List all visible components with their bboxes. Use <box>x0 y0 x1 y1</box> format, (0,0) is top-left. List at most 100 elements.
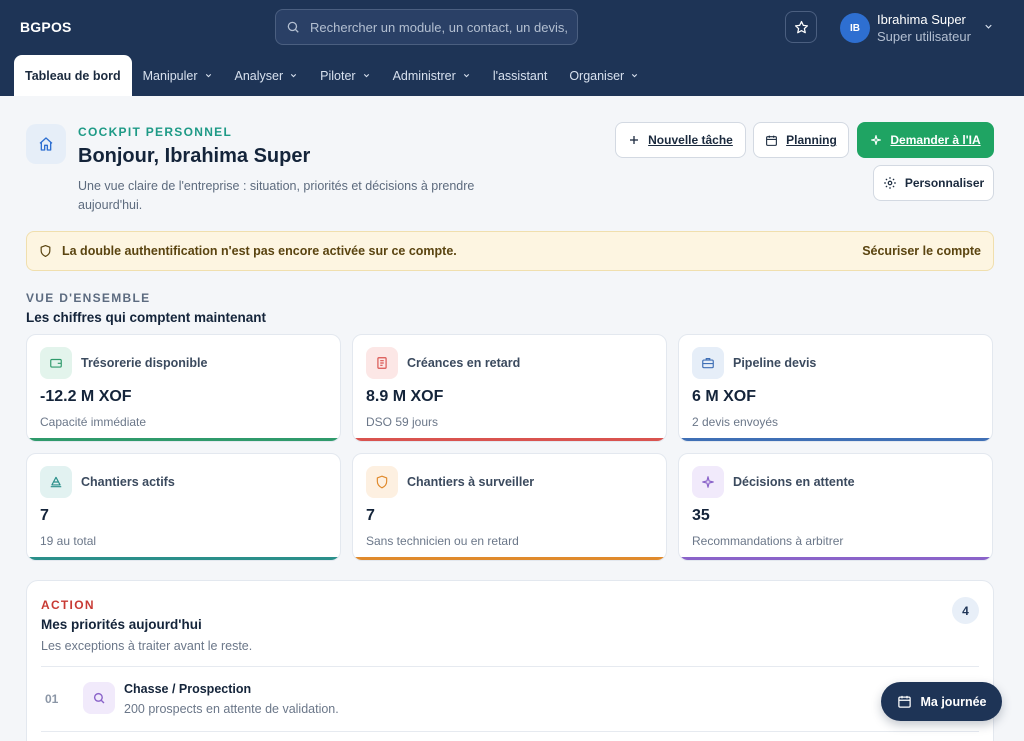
briefcase-icon <box>702 358 714 369</box>
overview-eyebrow: VUE D'ENSEMBLE <box>26 291 151 305</box>
kpi-card-accent-bar <box>353 557 666 560</box>
kpi-card-accent-bar <box>27 438 340 441</box>
chevron-down-icon <box>205 73 211 78</box>
kpi-card-hint: 2 devis envoyés <box>692 415 779 429</box>
chevron-down-icon <box>291 73 297 78</box>
kpi-card-quote-pipeline[interactable]: Pipeline devis 6 M XOF 2 devis envoyés <box>678 334 993 442</box>
calendar-icon <box>766 135 778 146</box>
nav-tab-analyser[interactable]: Analyser <box>224 55 310 96</box>
planning-button[interactable]: Planning <box>753 122 849 158</box>
kpi-card-accent-bar <box>353 438 666 441</box>
kpi-card-accent-bar <box>679 438 992 441</box>
search-input[interactable] <box>310 19 572 35</box>
kpi-card-value: 7 <box>366 507 375 524</box>
kpi-card-value: 35 <box>692 507 710 524</box>
main-nav: Tableau de bord Manipuler Analyser Pilot… <box>14 55 650 96</box>
priorities-title: Mes priorités aujourd'hui <box>41 617 202 632</box>
kpi-card-sites-to-watch[interactable]: Chantiers à surveiller 7 Sans technicien… <box>352 453 667 561</box>
my-day-button[interactable]: Ma journée <box>881 682 1002 721</box>
wallet-icon <box>50 358 62 368</box>
kpi-card-treasury[interactable]: Trésorerie disponible -12.2 M XOF Capaci… <box>26 334 341 442</box>
page-title: Bonjour, Ibrahima Super <box>78 145 311 167</box>
priorities-panel: ACTION Mes priorités aujourd'hui Les exc… <box>26 580 994 741</box>
kpi-card-value: 6 M XOF <box>692 388 757 405</box>
kpi-card-icon-tile <box>692 466 724 498</box>
kpi-card-hint: Capacité immédiate <box>40 415 147 429</box>
new-task-button[interactable]: Nouvelle tâche <box>615 122 746 158</box>
security-alert: La double authentification n'est pas enc… <box>26 231 994 271</box>
customize-label: Personnaliser <box>904 176 985 190</box>
sparkle-icon <box>871 134 882 146</box>
kpi-card-icon-tile <box>40 466 72 498</box>
priorities-subtitle: Les exceptions à traiter avant le reste. <box>41 639 253 653</box>
priority-number: 01 <box>45 692 59 706</box>
home-tile <box>26 124 66 164</box>
nav-tab-organiser[interactable]: Organiser <box>558 55 650 96</box>
kpi-card-icon-tile <box>366 347 398 379</box>
kpi-card-overdue-receivables[interactable]: Créances en retard 8.9 M XOF DSO 59 jour… <box>352 334 667 442</box>
priority-title: Chasse / Prospection <box>124 682 252 696</box>
nav-tab-assistant[interactable]: l'assistant <box>482 55 559 96</box>
user-menu[interactable]: IB Ibrahima Super Super utilisateur <box>840 9 1000 47</box>
overview-title: Les chiffres qui comptent maintenant <box>26 310 267 325</box>
nav-tab-label: Analyser <box>234 68 284 83</box>
nav-tab-label: Organiser <box>569 68 625 83</box>
kpi-card-value: 7 <box>40 507 49 524</box>
customize-button[interactable]: Personnaliser <box>873 165 994 201</box>
top-bar: BGPOS IB Ibrahima Super Super utilisateu… <box>0 0 1024 96</box>
page-subtitle: Une vue claire de l'entreprise : situati… <box>78 179 475 212</box>
user-role: Super utilisateur <box>877 29 971 44</box>
kpi-card-pending-decisions[interactable]: Décisions en attente 35 Recommandations … <box>678 453 993 561</box>
divider <box>41 731 979 732</box>
secure-account-link[interactable]: Sécuriser le compte <box>862 244 981 258</box>
nav-tab-administrer[interactable]: Administrer <box>382 55 482 96</box>
chevron-down-icon <box>463 73 469 78</box>
nav-tab-label: Tableau de bord <box>25 68 121 83</box>
alert-message: La double authentification n'est pas enc… <box>62 244 457 258</box>
nav-tab-label: Manipuler <box>142 68 198 83</box>
ask-ai-label: Demander à l'IA <box>890 133 981 147</box>
shield-icon <box>376 475 388 489</box>
user-name: Ibrahima Super <box>877 12 966 27</box>
home-icon <box>39 137 53 151</box>
priority-icon-tile <box>83 682 115 714</box>
priority-description: 200 prospects en attente de validation. <box>124 702 339 716</box>
global-search[interactable] <box>275 9 578 45</box>
favorites-button[interactable] <box>785 11 817 43</box>
kpi-card-value: -12.2 M XOF <box>40 388 132 405</box>
nav-tab-label: Administrer <box>392 68 456 83</box>
kpi-card-icon-tile <box>40 347 72 379</box>
nav-tab-dashboard[interactable]: Tableau de bord <box>14 55 132 96</box>
kpi-card-label: Créances en retard <box>407 356 521 370</box>
nav-tab-piloter[interactable]: Piloter <box>309 55 381 96</box>
kpi-card-hint: Recommandations à arbitrer <box>692 534 844 548</box>
kpi-card-hint: 19 au total <box>40 534 97 548</box>
plus-icon <box>630 136 639 144</box>
kpi-card-icon-tile <box>366 466 398 498</box>
kpi-card-label: Trésorerie disponible <box>81 356 208 370</box>
kpi-card-hint: DSO 59 jours <box>366 415 439 429</box>
new-task-label: Nouvelle tâche <box>648 133 733 147</box>
gear-icon <box>883 177 896 189</box>
kpi-card-icon-tile <box>692 347 724 379</box>
app-brand[interactable]: BGPOS <box>20 19 72 35</box>
ask-ai-button[interactable]: Demander à l'IA <box>857 122 994 158</box>
page-eyebrow: COCKPIT PERSONNEL <box>78 125 233 139</box>
kpi-card-active-sites[interactable]: Chantiers actifs 7 19 au total <box>26 453 341 561</box>
divider <box>41 666 979 667</box>
calendar-icon <box>897 695 911 708</box>
priorities-count-badge: 4 <box>952 597 979 624</box>
kpi-card-label: Pipeline devis <box>733 356 817 370</box>
shield-icon <box>40 244 51 258</box>
sparkle-icon <box>702 476 714 488</box>
kpi-card-value: 8.9 M XOF <box>366 388 444 405</box>
nav-tab-manipuler[interactable]: Manipuler <box>132 55 224 96</box>
planning-label: Planning <box>786 133 837 147</box>
kpi-card-accent-bar <box>679 557 992 560</box>
priorities-eyebrow: ACTION <box>41 598 95 612</box>
receipt-icon <box>377 357 387 369</box>
kpi-card-accent-bar <box>27 557 340 560</box>
nav-tab-label: Piloter <box>320 68 356 83</box>
search-icon <box>93 692 105 704</box>
chevron-down-icon <box>363 73 369 78</box>
